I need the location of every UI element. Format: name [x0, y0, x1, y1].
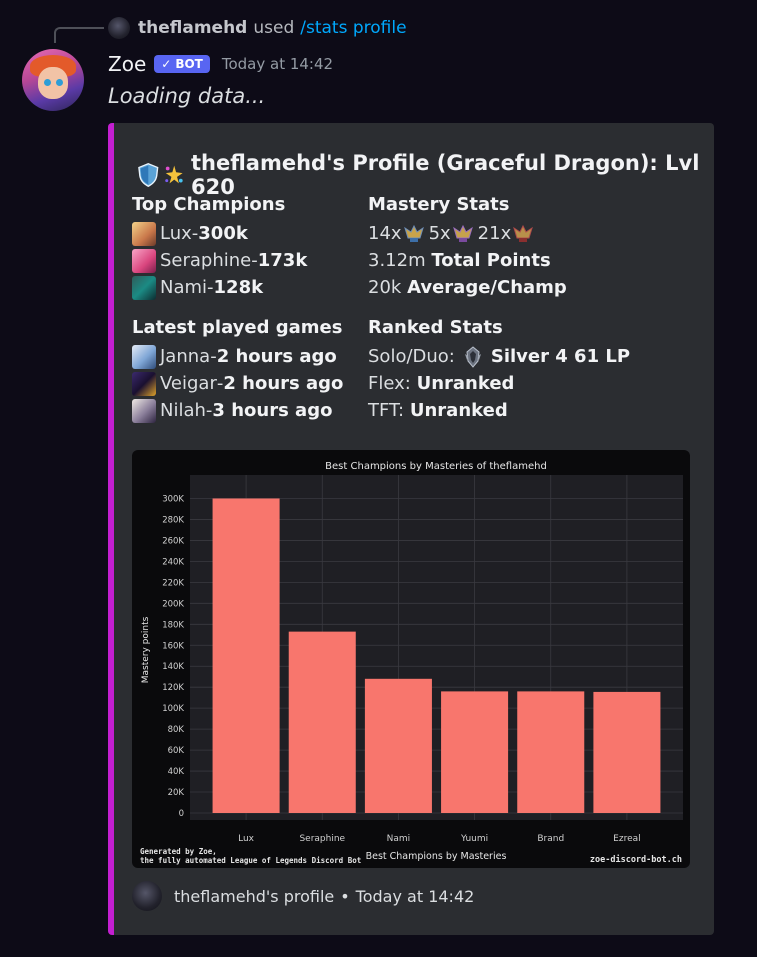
x-tick-label: Lux [238, 834, 255, 844]
chart-title: Best Champions by Masteries of theflameh… [325, 461, 547, 472]
seraphine-icon [132, 248, 156, 273]
mastery-chart-svg: 0 20K 40K 60K 80K 100K 120K 140K 160K 180K 200K 220… [140, 461, 683, 865]
reply-user-avatar[interactable] [108, 17, 130, 39]
y-tick-label: 280K [162, 515, 184, 525]
y-tick-label: 40K [168, 767, 185, 777]
mastery-chart[interactable]: 0 20K 40K 60K 80K 100K 120K 140K 160K 180K 200K 220… [132, 450, 690, 868]
bar-yuumi[interactable] [441, 691, 509, 813]
sparkle-icon [164, 165, 183, 184]
bot-tag-label: BOT [175, 57, 203, 71]
reply-used-text: used [253, 18, 295, 38]
y-tick-label: 120K [162, 683, 184, 693]
list-item: Janna - 2 hours ago [132, 343, 343, 370]
y-tick-label: 300K [162, 494, 184, 504]
silver-rank-icon [464, 345, 481, 368]
nami-icon [132, 275, 156, 300]
top-champions-title: Top Champions [132, 194, 286, 215]
x-tick-label: Nami [387, 834, 411, 844]
mastery-7-icon [403, 224, 424, 242]
x-tick-label: Ezreal [613, 834, 640, 844]
y-tick-label: 200K [162, 599, 184, 609]
reply-context[interactable]: theflamehd used /stats profile [108, 16, 407, 40]
embed-footer: theflamehd's profile • Today at 14:42 [132, 881, 474, 911]
y-tick-label: 160K [162, 641, 184, 651]
message-content: Loading data... [108, 84, 266, 108]
chart-xlabel: Best Champions by Masteries [366, 851, 507, 862]
reply-command[interactable]: /stats profile [300, 18, 406, 38]
y-tick-label: 260K [162, 536, 184, 546]
bar-lux[interactable] [212, 498, 280, 813]
mastery-5-icon [513, 224, 534, 242]
bot-name[interactable]: Zoe [108, 52, 146, 76]
list-item: Nami - 128k [132, 274, 307, 301]
mastery-6-icon [452, 224, 473, 242]
message-header: Zoe ✓ BOT Today at 14:42 [108, 50, 333, 78]
top-champions-field: Top Champions Lux - 300k Seraphine - 173… [132, 191, 307, 301]
janna-icon [132, 344, 156, 369]
bar-nami[interactable] [364, 678, 432, 813]
chart-credit-line2: the fully automated League of Legends Di… [140, 856, 361, 865]
footer-text: theflamehd's profile [174, 886, 335, 906]
veigar-icon [132, 371, 156, 396]
ranked-solo: Solo/Duo: Silver 4 61 LP [368, 345, 631, 368]
bot-avatar[interactable] [22, 49, 84, 111]
ranked-tft: TFT: Unranked [368, 400, 508, 421]
mastery-counts: 14x 5x 21x [368, 220, 567, 247]
bot-tag: ✓ BOT [154, 55, 210, 73]
list-item: Lux - 300k [132, 220, 307, 247]
ranked-stats-field: Ranked Stats Solo/Duo: Silver 4 61 LP Fl… [368, 314, 630, 424]
reply-spine [54, 27, 104, 43]
mastery-stats-field: Mastery Stats 14x 5x 21x 3.12m Total Poi… [368, 191, 567, 301]
latest-games-field: Latest played games Janna - 2 hours ago … [132, 314, 343, 424]
total-points: 3.12m Total Points [368, 250, 551, 271]
lux-icon [132, 221, 156, 246]
y-tick-label: 60K [168, 746, 185, 756]
latest-games-title: Latest played games [132, 317, 343, 338]
chart-credit-line1: Generated by Zoe, [140, 847, 217, 856]
footer-separator: • [340, 886, 350, 906]
nilah-icon [132, 398, 156, 423]
chart-site: zoe-discord-bot.ch [590, 854, 682, 865]
list-item: Seraphine - 173k [132, 247, 307, 274]
message-timestamp: Today at 14:42 [221, 55, 334, 73]
chart-ylabel: Mastery points [141, 616, 151, 683]
reply-username[interactable]: theflamehd [138, 18, 247, 38]
verified-check-icon: ✓ [161, 57, 172, 71]
y-tick-label: 100K [162, 704, 184, 714]
y-tick-label: 220K [162, 578, 184, 588]
y-tick-label: 180K [162, 620, 184, 630]
average-points: 20k Average/Champ [368, 277, 567, 298]
y-tick-label: 240K [162, 557, 184, 567]
bar-seraphine[interactable] [288, 631, 356, 813]
y-tick-label: 20K [168, 788, 185, 798]
list-item: Veigar - 2 hours ago [132, 370, 343, 397]
list-item: Nilah - 3 hours ago [132, 397, 343, 424]
x-tick-label: Yuumi [460, 834, 488, 844]
ranked-stats-title: Ranked Stats [368, 317, 503, 338]
footer-avatar [132, 881, 162, 911]
shield-icon [138, 163, 159, 187]
x-tick-label: Seraphine [299, 834, 345, 844]
y-tick-label: 140K [162, 662, 184, 672]
ranked-flex: Flex: Unranked [368, 373, 515, 394]
footer-timestamp: Today at 14:42 [355, 886, 475, 906]
profile-embed: theflamehd's Profile (Graceful Dragon): … [108, 123, 714, 935]
bar-ezreal[interactable] [593, 691, 661, 813]
y-tick-label: 0 [179, 809, 184, 819]
y-tick-label: 80K [168, 725, 185, 735]
bar-brand[interactable] [517, 691, 585, 813]
mastery-stats-title: Mastery Stats [368, 194, 510, 215]
x-tick-label: Brand [537, 834, 564, 844]
